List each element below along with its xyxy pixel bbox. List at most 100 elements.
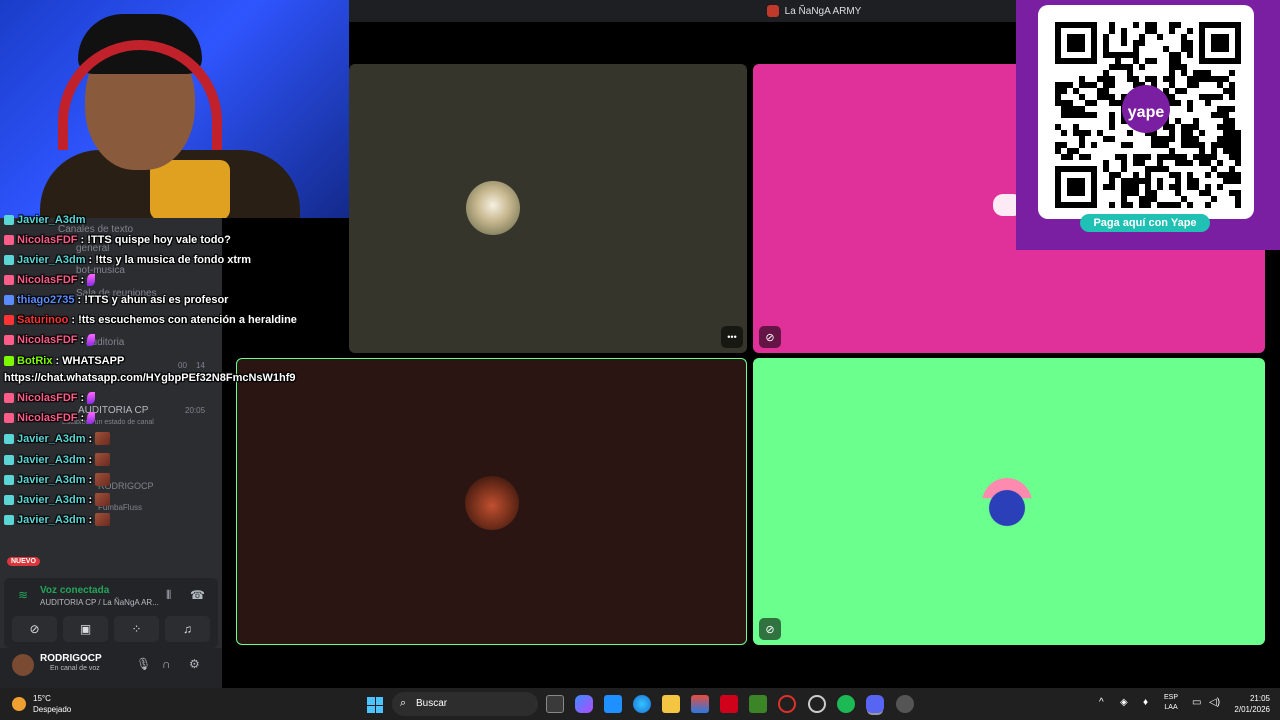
chat-username: NicolasFDF [17,392,78,404]
opera-gx-icon[interactable] [778,695,796,713]
headphones-icon[interactable]: ∩ [162,657,171,671]
chat-text: : [80,274,85,286]
qr-payment-panel: yape Paga aquí con Yape [1016,0,1280,250]
webcam-overlay [0,0,349,218]
chat-text: : WHATSAPP [55,355,125,367]
chat-emote-icon [95,473,111,486]
signal-icon[interactable]: ≋ [18,588,28,602]
desktop-app-icon[interactable] [604,695,622,713]
edge-browser-icon[interactable] [633,695,651,713]
webcam-figure [150,160,230,218]
settings-taskbar-icon[interactable] [896,695,914,713]
chat-message: NicolasFDF: !TTS quispe hoy vale todo? [4,234,231,246]
tray-chevron-icon[interactable]: ^ [1099,697,1104,708]
microsoft-store-icon[interactable] [691,695,709,713]
windows-start-icon[interactable] [367,697,383,713]
participant-tile[interactable]: ⊘ [753,358,1265,645]
chat-text: : [80,412,85,424]
chat-username: NicolasFDF [17,234,78,246]
volume-icon[interactable]: ◁) [1209,697,1220,708]
chat-username: Javier_A3dm [17,254,86,266]
voice-connected-panel: ≋ Voz conectada AUDITORIA CP / La ÑaNgA … [4,578,218,648]
disconnect-icon[interactable]: ☎ [190,588,205,602]
chat-badge-icon [4,295,14,305]
chat-badge-icon [4,335,14,345]
voice-channel-name[interactable]: AUDITORIA CP / La ÑaNgA AR... [40,598,159,607]
qr-code: yape [1038,5,1254,219]
chat-badge-icon [4,474,14,485]
weather-temperature: 15°C [33,694,51,703]
activities-button[interactable]: ⁘ [114,616,159,642]
minecraft-icon[interactable] [749,695,767,713]
feather-emote-icon [87,412,96,424]
chat-username: Javier_A3dm [17,493,86,506]
microphone-icon[interactable]: 🎙︎ [136,657,151,671]
chat-text: : [88,432,93,445]
chat-username: Javier_A3dm [17,513,86,526]
yape-pay-button[interactable]: Paga aquí con Yape [1080,214,1210,232]
chat-badge-icon [4,494,14,505]
chat-username: Javier_A3dm [17,214,86,226]
task-view-icon[interactable] [546,695,564,713]
feather-emote-icon [87,274,96,286]
search-icon: ⌕ [400,697,407,709]
chat-message: Javier_A3dm [4,214,89,226]
chat-text: : [80,334,85,346]
file-explorer-icon[interactable] [662,695,680,713]
chat-text: : !tts escuchemos con atención a heraldi… [71,314,297,326]
copilot-icon[interactable] [575,695,593,713]
voice-status[interactable]: Voz conectada [40,585,109,596]
participant-avatar [466,181,520,235]
winrar-icon[interactable] [720,695,738,713]
chat-badge-icon [4,433,14,444]
user-status: En canal de voz [50,665,100,672]
chat-message: https://chat.whatsapp.com/HYgbpPEf32N8Fm… [4,372,296,384]
chat-badge-icon [4,454,14,465]
tray-app-icon[interactable]: ◈ [1120,697,1128,708]
screen-share-button[interactable]: ▣ [63,616,108,642]
chat-text: : [88,513,93,526]
noise-suppression-icon[interactable]: ⦀ [166,588,171,603]
taskbar-search[interactable]: ⌕ Buscar [392,692,538,716]
chat-message: Javier_A3dm: [4,432,111,445]
chat-message: NicolasFDF: [4,392,96,404]
yape-logo-text: yape [1128,104,1165,121]
steam-icon[interactable] [808,695,826,713]
chat-message: NicolasFDF: [4,274,96,286]
user-panel: RODRIGOCP En canal de voz 🎙︎ ∩ ⚙ [0,648,222,688]
user-avatar[interactable] [12,654,34,676]
username[interactable]: RODRIGOCP [40,653,102,664]
language-code: ESP [1164,694,1179,701]
chat-emote-icon [95,493,111,506]
participant-tile[interactable]: ••• [349,64,747,353]
chat-message: Javier_A3dm: !tts y la musica de fondo x… [4,254,251,266]
system-clock[interactable]: 21:05 2/01/2026 [1226,693,1270,715]
discord-taskbar-icon[interactable] [866,695,884,713]
participant-tile-speaking[interactable] [236,358,747,645]
network-icon[interactable]: ▭ [1192,697,1201,708]
weather-sun-icon [12,697,26,711]
camera-off-button[interactable]: ⊘ [12,616,57,642]
chat-badge-icon [4,215,14,225]
server-icon [766,5,779,17]
chat-text: : !TTS quispe hoy vale todo? [80,234,231,246]
weather-condition: Despejado [33,705,72,714]
clock-time: 21:05 [1249,694,1270,703]
participant-avatar [465,476,519,530]
qr-code-image: yape [1055,22,1241,208]
chat-emote-icon [95,453,111,466]
spotify-icon[interactable] [837,695,855,713]
chat-badge-icon [4,514,14,525]
chat-username: Javier_A3dm [17,473,86,486]
settings-gear-icon[interactable]: ⚙ [189,657,200,671]
chat-badge-icon [4,315,14,325]
chat-message: Javier_A3dm: [4,493,111,506]
chat-message: Javier_A3dm: [4,513,111,526]
chat-badge-icon [4,235,14,245]
soundboard-button[interactable]: ♫ [165,616,210,642]
more-options-icon[interactable]: ••• [721,326,743,348]
chat-badge-icon [4,275,14,285]
tray-microphone-icon[interactable]: ♦ [1143,697,1148,708]
chat-username: Javier_A3dm [17,453,86,466]
language-indicator[interactable]: ESP LAA [1164,693,1178,713]
